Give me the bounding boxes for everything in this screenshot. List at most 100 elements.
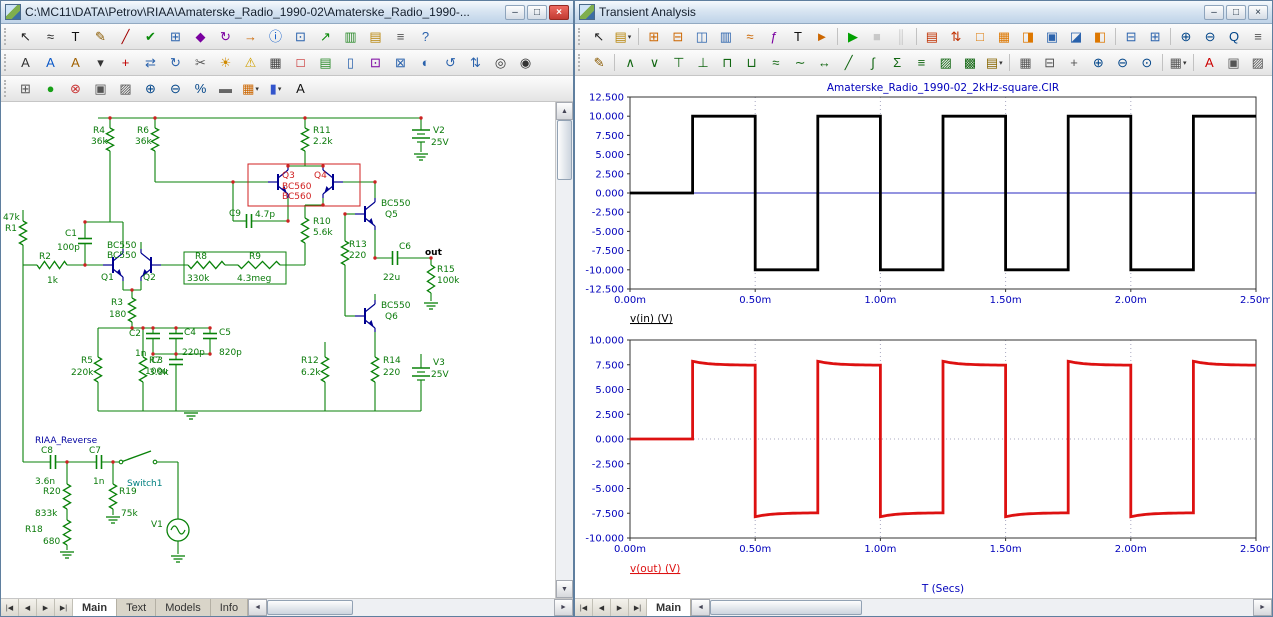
node-numbers-icon[interactable]: A [38, 51, 63, 74]
add-scope-window-icon[interactable]: ⊞ [642, 25, 666, 48]
frequency-icon[interactable]: ≈ [764, 51, 788, 74]
tab-models[interactable]: Models [156, 599, 210, 616]
navigate-icon[interactable]: → [238, 25, 263, 48]
pin-connections-icon[interactable]: + [113, 51, 138, 74]
snapshot-icon[interactable]: ▬ [213, 77, 238, 100]
attribute-text-icon[interactable]: A [13, 51, 38, 74]
check-tool[interactable]: ✔ [138, 25, 163, 48]
duplicate-page-icon[interactable]: ▨ [113, 77, 138, 100]
v-scroll-track[interactable] [556, 120, 573, 580]
3d-plot-icon[interactable]: ◧ [1088, 25, 1112, 48]
tab-last-button[interactable]: ▶| [55, 599, 73, 616]
find-icon[interactable]: ◎ [488, 51, 513, 74]
color-swatch-dropdown[interactable]: ▮▾ [263, 77, 288, 100]
numeric-list-icon[interactable]: ▦ [1013, 51, 1037, 74]
add-plot-window-icon[interactable]: ⊟ [666, 25, 690, 48]
scroll-down-button[interactable]: ▼ [556, 580, 573, 598]
autoscale-icon[interactable]: Q [1222, 25, 1246, 48]
monitor-icon[interactable]: ⊡ [288, 25, 313, 48]
tag-mode-icon[interactable]: ► [810, 25, 834, 48]
text-dropdown[interactable]: ▾ [88, 51, 113, 74]
cascade-windows-icon[interactable]: ▥ [714, 25, 738, 48]
paste-page-icon[interactable]: ▨ [1246, 51, 1270, 74]
analysis-titlebar[interactable]: Transient Analysis – □ × [575, 1, 1272, 24]
zoom-out-icon[interactable]: ⊖ [1198, 25, 1222, 48]
tab-prev-button[interactable]: ◀ [593, 599, 611, 616]
watch-window-icon[interactable]: ◪ [1064, 25, 1088, 48]
refresh-icon[interactable]: ↻ [213, 25, 238, 48]
scroll-left-button[interactable]: ◄ [691, 599, 710, 616]
tab-main[interactable]: Main [73, 599, 117, 616]
grid-icon[interactable]: ▦ [263, 51, 288, 74]
zoom-out-icon[interactable]: ⊖ [163, 77, 188, 100]
high-tag-icon[interactable]: ⊤ [667, 51, 691, 74]
sheet-icon[interactable]: ▥ [338, 25, 363, 48]
text-format-icon[interactable]: A [1197, 51, 1221, 74]
stepping-icon[interactable]: ⇅ [944, 25, 968, 48]
swap-icon[interactable]: ⇄ [138, 51, 163, 74]
split-horizontal-icon[interactable]: ⊟ [1119, 25, 1143, 48]
sheet-properties-icon[interactable]: ⊞ [13, 77, 38, 100]
disable-icon[interactable]: ⊗ [63, 77, 88, 100]
area-icon[interactable]: ∫ [861, 51, 885, 74]
tile-windows-icon[interactable]: ◫ [690, 25, 714, 48]
zoom-percent-icon[interactable]: % [188, 77, 213, 100]
tab-next-button[interactable]: ▶ [37, 599, 55, 616]
fall-time-icon[interactable]: ⊔ [739, 51, 763, 74]
h-scroll-track[interactable] [710, 599, 1253, 616]
h-scroll-thumb[interactable] [710, 600, 862, 615]
zoom-out-icon[interactable]: ⊖ [1110, 51, 1134, 74]
minimize-button[interactable]: – [1204, 5, 1224, 20]
pencil-tool[interactable]: ✎ [88, 25, 113, 48]
list-icon[interactable]: ≡ [388, 25, 413, 48]
plot-area[interactable]: 12.50010.0007.5005.0002.5000.000-2.500-5… [575, 76, 1272, 598]
options-icon[interactable]: ≡ [1246, 25, 1270, 48]
zoom-in-icon[interactable]: ⊕ [1174, 25, 1198, 48]
scroll-right-button[interactable]: ► [554, 599, 573, 616]
grid-options-dropdown[interactable]: ▦▾ [1166, 51, 1190, 74]
split-vertical-icon[interactable]: ⊞ [1143, 25, 1167, 48]
schematic-canvas[interactable]: R436kR636kR112.2kV225VQ3Q4BC560BC560BC55… [1, 102, 555, 598]
mirror-icon[interactable]: ◐ [413, 51, 438, 74]
region-icon[interactable]: ⊡ [363, 51, 388, 74]
wire-mode-tool[interactable]: ≈ [38, 25, 63, 48]
tab-first-button[interactable]: |◀ [575, 599, 593, 616]
enable-icon[interactable]: ● [38, 77, 63, 100]
restore-button[interactable]: □ [527, 5, 547, 20]
new-page-icon[interactable]: ▤ [313, 51, 338, 74]
width-icon[interactable]: ↔ [812, 51, 836, 74]
valley-tag-icon[interactable]: ∨ [642, 51, 666, 74]
scroll-right-button[interactable]: ► [1253, 599, 1272, 616]
waveform-buffer-icon[interactable]: ≈ [738, 25, 762, 48]
h-scroll-track[interactable] [267, 599, 554, 616]
slope-icon[interactable]: ╱ [837, 51, 861, 74]
grid-color-dropdown[interactable]: ▦▾ [238, 77, 263, 100]
run-button[interactable]: ▶ [841, 25, 865, 48]
help-icon[interactable]: ? [413, 25, 438, 48]
close-button[interactable]: × [549, 5, 569, 20]
peak-tag-icon[interactable]: ∧ [618, 51, 642, 74]
numeric-output-icon[interactable]: ▦ [992, 25, 1016, 48]
select-tool[interactable]: ↖ [587, 25, 611, 48]
zoom-in-icon[interactable]: ⊕ [138, 77, 163, 100]
shapes-icon[interactable]: ◆ [188, 25, 213, 48]
tab-first-button[interactable]: |◀ [1, 599, 19, 616]
flip-icon[interactable]: ⇅ [463, 51, 488, 74]
select-region-icon[interactable]: ⊠ [388, 51, 413, 74]
scroll-up-button[interactable]: ▲ [556, 102, 573, 120]
schematic-h-scrollbar[interactable]: ◄ ► [248, 599, 573, 616]
tab-main[interactable]: Main [647, 599, 691, 616]
rotate-ccw-icon[interactable]: ↺ [438, 51, 463, 74]
info-icon[interactable]: ⓘ [263, 25, 288, 48]
component-browser-icon[interactable]: ⊞ [163, 25, 188, 48]
fill-icon[interactable]: ▩ [958, 51, 982, 74]
tag-list-dropdown[interactable]: ▤▾ [982, 51, 1006, 74]
border-icon[interactable]: □ [288, 51, 313, 74]
text-tool[interactable]: T [63, 25, 88, 48]
tab-info[interactable]: Info [211, 599, 248, 616]
font-icon[interactable]: A [288, 77, 313, 100]
v-scroll-thumb[interactable] [557, 120, 572, 180]
average-icon[interactable]: ≡ [909, 51, 933, 74]
cut-icon[interactable]: ✂ [188, 51, 213, 74]
sun-icon[interactable]: ☀ [213, 51, 238, 74]
